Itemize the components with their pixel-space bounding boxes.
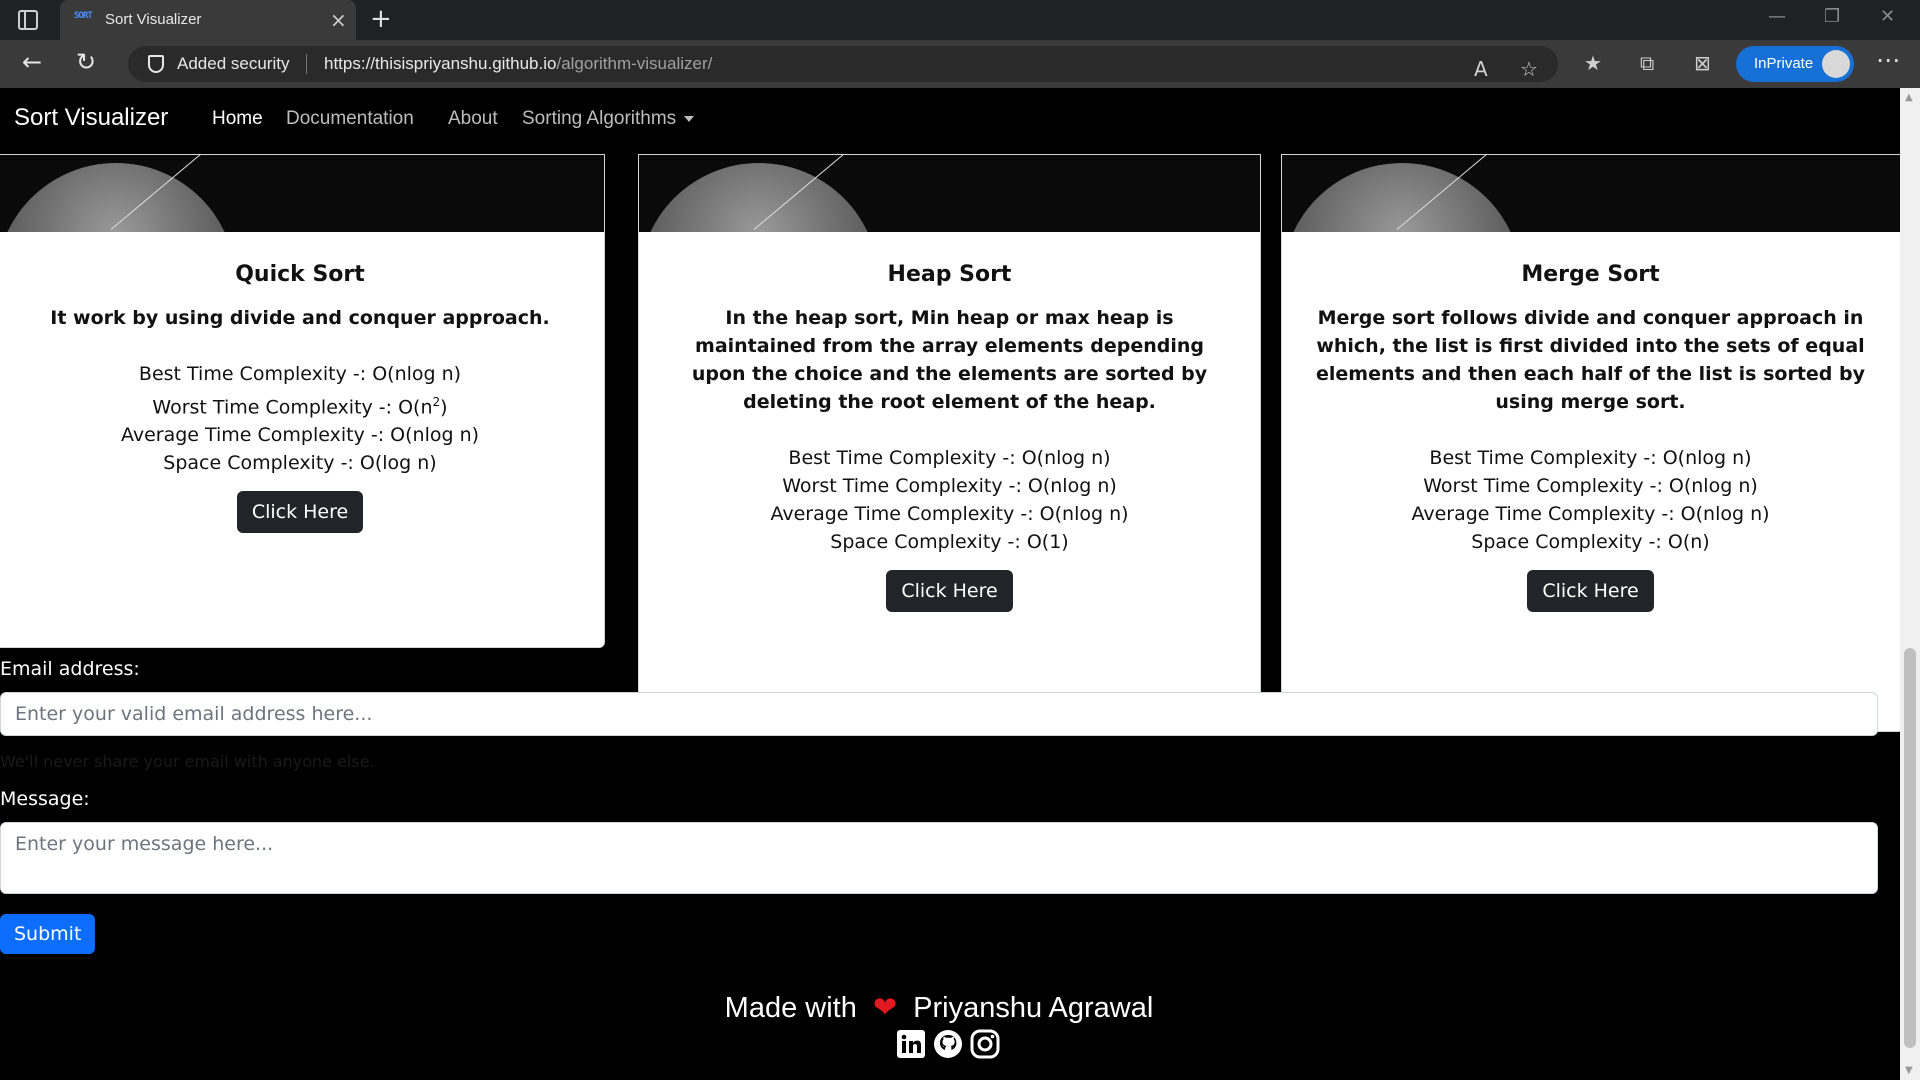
new-tab-icon[interactable]: + <box>370 4 392 34</box>
submit-button[interactable]: Submit <box>0 914 96 954</box>
card-image <box>639 155 1260 232</box>
heart-icon: ❤ <box>872 992 898 1024</box>
security-label[interactable]: Added security <box>177 54 289 74</box>
nav-home[interactable]: Home <box>212 108 263 130</box>
message-field[interactable]: Enter your message here... <box>0 822 1878 894</box>
card-title: Merge Sort <box>1521 262 1660 287</box>
favorites-icon[interactable]: ★ <box>1584 51 1602 75</box>
card-description: It work by using divide and conquer appr… <box>50 307 550 329</box>
instagram-icon[interactable] <box>970 1029 1000 1059</box>
email-hint: We'll never share your email with anyone… <box>0 752 375 771</box>
minimize-icon[interactable]: — <box>1768 6 1786 27</box>
email-field[interactable]: Enter your valid email address here... <box>0 692 1878 736</box>
footer-credit: Made with ❤ Priyanshu Agrawal <box>724 992 1154 1024</box>
card-quick-sort: Quick Sort It work by using divide and c… <box>0 154 605 648</box>
average-complexity: Average Time Complexity -: O(nlog n) <box>770 503 1129 525</box>
scroll-down-icon[interactable]: ▼ <box>1905 1065 1913 1076</box>
card-image <box>1282 155 1900 232</box>
back-icon[interactable]: ← <box>22 48 42 76</box>
shield-icon <box>148 55 164 73</box>
browser-tab[interactable]: SORT Sort Visualizer × <box>60 0 356 40</box>
url-text[interactable]: https://thisispriyanshu.github.io/algori… <box>324 54 712 74</box>
chevron-down-icon <box>684 115 695 122</box>
card-description: Merge sort follows divide and conquer ap… <box>1316 307 1865 413</box>
add-favorite-icon[interactable]: ☆ <box>1520 57 1538 81</box>
scrollbar-thumb[interactable] <box>1904 648 1916 1048</box>
best-complexity: Best Time Complexity -: O(nlog n) <box>138 363 462 385</box>
linkedin-icon[interactable] <box>896 1029 926 1059</box>
best-complexity: Best Time Complexity -: O(nlog n) <box>788 447 1111 469</box>
github-icon[interactable] <box>933 1029 963 1059</box>
favicon-icon: SORT <box>74 11 93 21</box>
worst-complexity: Worst Time Complexity -: O(n2) <box>152 395 448 419</box>
card-merge-sort: Merge Sort Merge sort follows divide and… <box>1281 154 1900 732</box>
card-description: In the heap sort, Min heap or max heap i… <box>691 307 1208 413</box>
math-solver-icon[interactable]: ⊠ <box>1694 51 1711 75</box>
restore-icon[interactable]: ❐ <box>1824 6 1840 27</box>
space-complexity: Space Complexity -: O(1) <box>830 531 1069 553</box>
nav-about[interactable]: About <box>448 108 498 130</box>
card-title: Heap Sort <box>887 262 1012 287</box>
separator <box>306 54 307 74</box>
brand-link[interactable]: Sort Visualizer <box>14 104 168 132</box>
worst-complexity: Worst Time Complexity -: O(nlog n) <box>782 475 1117 497</box>
average-complexity: Average Time Complexity -: O(nlog n) <box>120 424 480 447</box>
collections-icon[interactable]: ⧉ <box>1640 51 1654 75</box>
message-label: Message: <box>0 788 90 810</box>
heap-sort-click-button[interactable]: Click Here <box>886 570 1013 612</box>
more-options-icon[interactable]: ⋯ <box>1876 46 1900 74</box>
address-bar[interactable]: Added security https://thisispriyanshu.g… <box>128 46 1558 82</box>
card-image <box>0 155 604 232</box>
email-label: Email address: <box>0 658 140 680</box>
site-navbar: Sort Visualizer Home Documentation About… <box>0 88 1900 154</box>
merge-sort-click-button[interactable]: Click Here <box>1527 570 1654 612</box>
space-complexity: Space Complexity -: O(log n) <box>163 452 437 475</box>
space-complexity: Space Complexity -: O(n) <box>1471 531 1710 553</box>
window-close-icon[interactable]: ✕ <box>1880 6 1895 27</box>
read-aloud-icon[interactable]: A <box>1474 57 1488 81</box>
refresh-icon[interactable]: ↻ <box>76 48 96 76</box>
quick-sort-click-button[interactable]: Click Here <box>236 491 364 534</box>
average-complexity: Average Time Complexity -: O(nlog n) <box>1411 503 1770 525</box>
nav-documentation[interactable]: Documentation <box>286 108 414 130</box>
tab-actions-icon[interactable] <box>18 10 38 30</box>
avatar <box>1822 50 1850 78</box>
page-content: Sort Visualizer Home Documentation About… <box>0 88 1900 1080</box>
close-tab-icon[interactable]: × <box>330 8 347 32</box>
inprivate-button[interactable]: InPrivate <box>1736 46 1854 82</box>
worst-complexity: Worst Time Complexity -: O(nlog n) <box>1423 475 1758 497</box>
inprivate-label: InPrivate <box>1754 55 1814 72</box>
card-heap-sort: Heap Sort In the heap sort, Min heap or … <box>638 154 1261 732</box>
tab-title: Sort Visualizer <box>105 11 202 28</box>
card-title: Quick Sort <box>235 262 365 287</box>
scroll-up-icon[interactable]: ▲ <box>1905 92 1913 103</box>
address-toolbar: ← ↻ Added security https://thisispriyans… <box>0 40 1920 88</box>
nav-sorting-algorithms[interactable]: Sorting Algorithms <box>522 108 695 130</box>
page-scrollbar[interactable]: ▲ ▼ <box>1900 88 1920 1080</box>
browser-tab-strip: SORT Sort Visualizer × + — ❐ ✕ <box>0 0 1920 40</box>
best-complexity: Best Time Complexity -: O(nlog n) <box>1429 447 1752 469</box>
